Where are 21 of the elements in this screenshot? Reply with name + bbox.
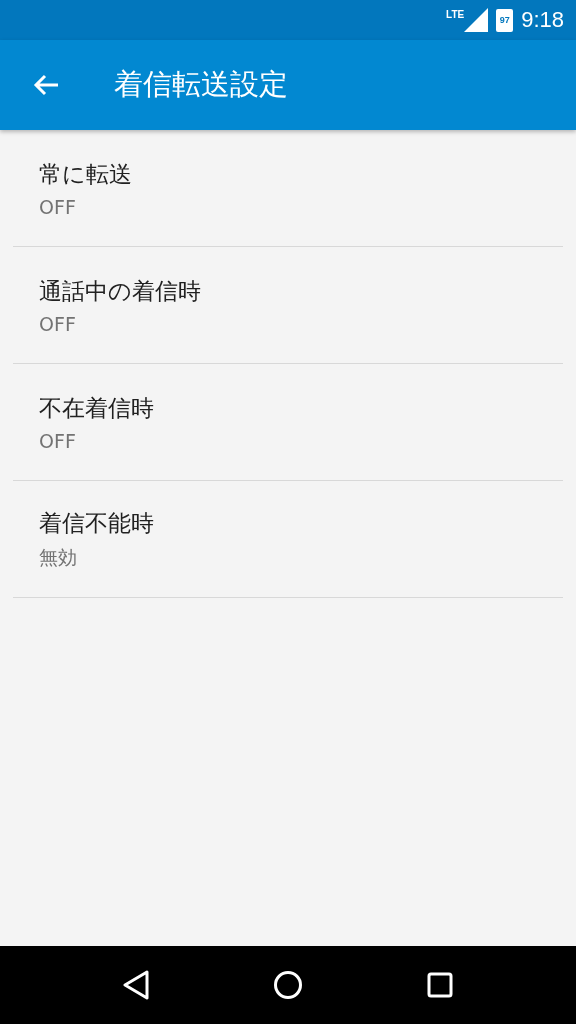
setting-summary: 無効 <box>39 544 78 570</box>
screen-title: 着信転送設定 <box>114 66 288 103</box>
settings-item[interactable]: 常に転送 OFF <box>13 130 563 247</box>
signal-icon <box>464 8 489 32</box>
network-label: LTE <box>446 9 465 20</box>
setting-title: 着信不能時 <box>39 508 155 538</box>
setting-title: 不在着信時 <box>39 393 155 423</box>
settings-item[interactable]: 通話中の着信時 OFF <box>13 247 563 364</box>
setting-summary: OFF <box>39 195 77 218</box>
recents-square-icon <box>427 972 453 998</box>
battery-icon: 97 <box>496 8 514 32</box>
home-circle-icon <box>273 970 303 1000</box>
settings-item[interactable]: 着信不能時 無効 <box>13 481 563 598</box>
setting-title: 通話中の着信時 <box>39 276 202 306</box>
setting-title: 常に転送 <box>39 159 133 189</box>
back-arrow-icon <box>32 73 60 97</box>
triangle-back-icon <box>122 970 150 1000</box>
clock: 9:18 <box>521 7 564 33</box>
setting-summary: OFF <box>39 429 77 452</box>
settings-item[interactable]: 不在着信時 OFF <box>13 364 563 481</box>
setting-summary: OFF <box>39 312 77 335</box>
